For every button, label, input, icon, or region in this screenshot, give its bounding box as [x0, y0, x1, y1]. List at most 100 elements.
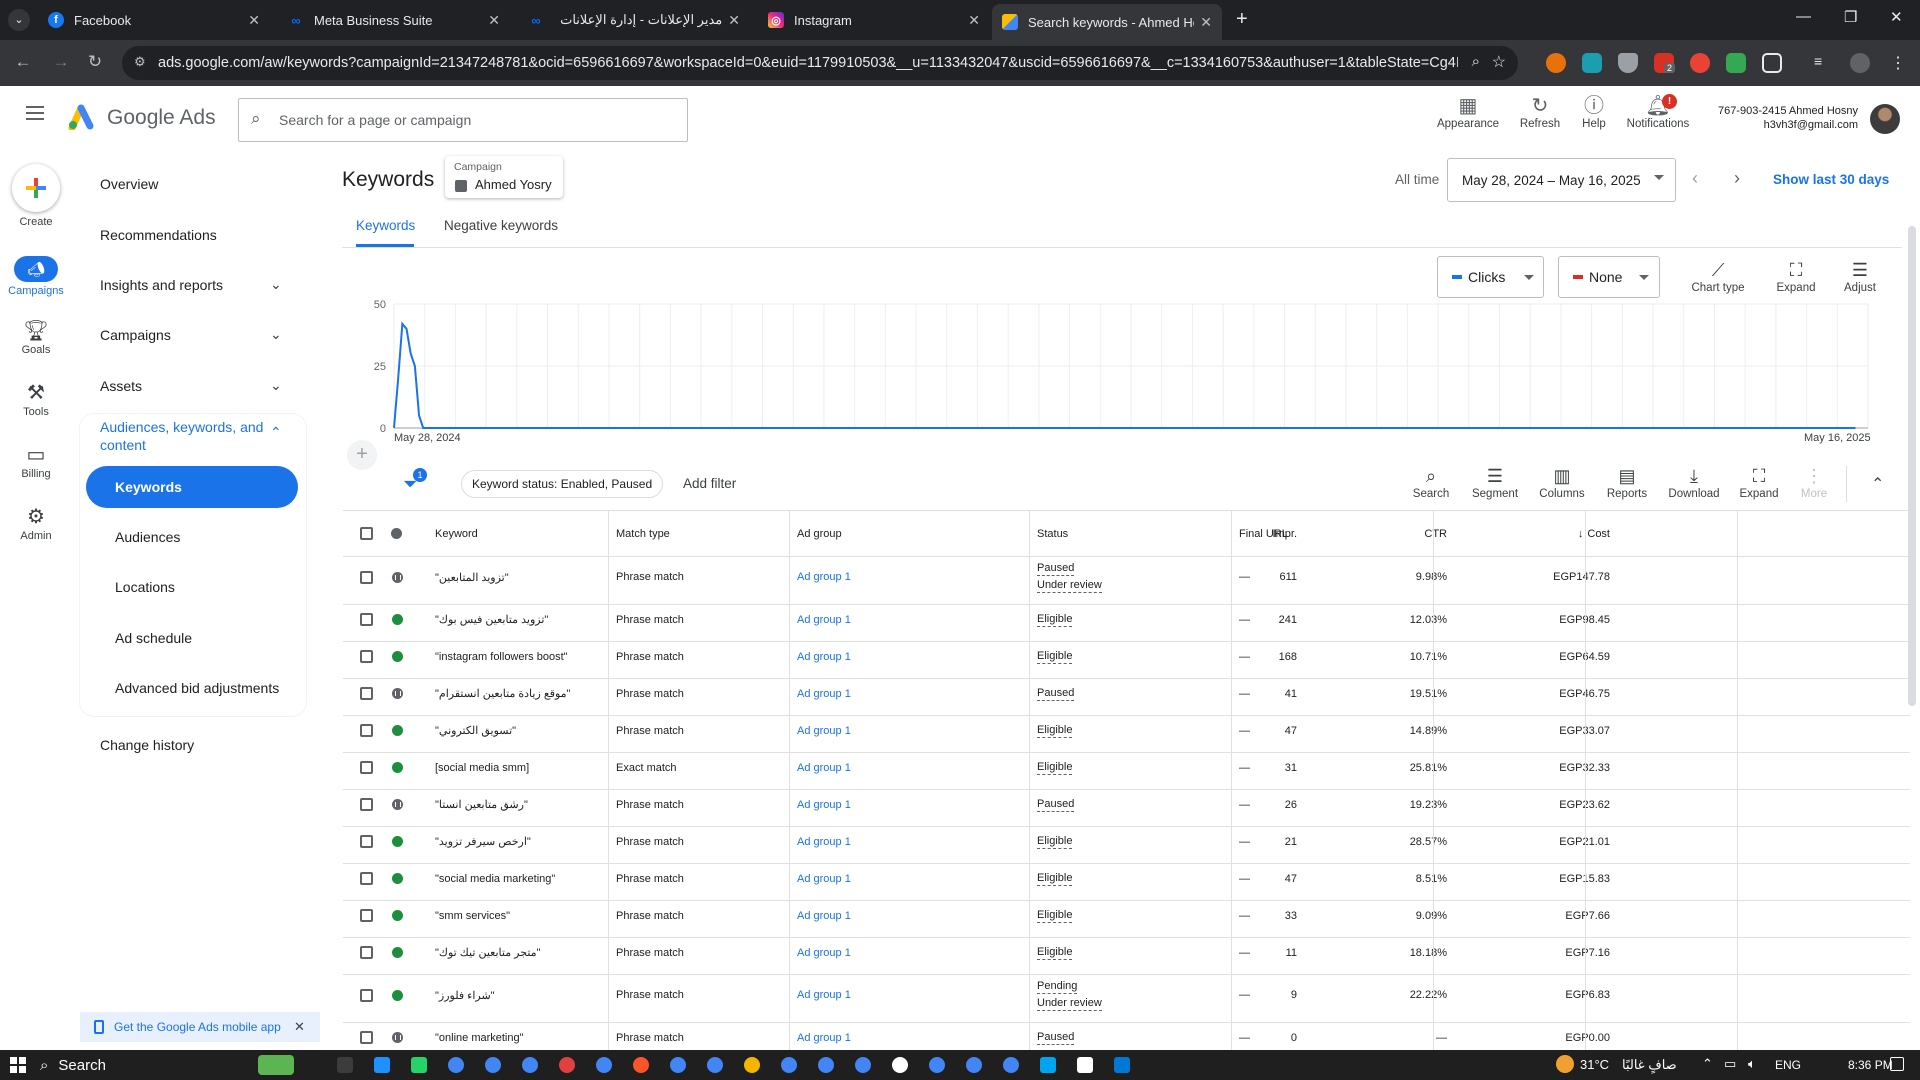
- enabled-status-icon[interactable]: [392, 836, 403, 847]
- status-text[interactable]: Paused: [1037, 686, 1075, 701]
- download-button[interactable]: ⤓ Download: [1664, 466, 1724, 500]
- taskbar-app-icon[interactable]: [448, 1057, 464, 1073]
- taskbar-app-icon[interactable]: [966, 1057, 982, 1073]
- taskbar-app-icon[interactable]: [707, 1057, 723, 1073]
- match-type[interactable]: Phrase match: [616, 557, 684, 597]
- close-icon[interactable]: ✕: [728, 12, 740, 29]
- chart-adjust-button[interactable]: ☰ Adjust: [1830, 260, 1890, 294]
- tab-list-button[interactable]: ⌄: [8, 9, 30, 31]
- match-type[interactable]: Phrase match: [616, 975, 684, 1015]
- header-ad-group[interactable]: Ad group: [797, 511, 842, 556]
- puzzle-icon[interactable]: [1762, 53, 1782, 73]
- close-icon[interactable]: ✕: [1200, 14, 1212, 31]
- show-last-30-days-link[interactable]: Show last 30 days: [1773, 172, 1889, 187]
- enabled-status-icon[interactable]: [392, 614, 403, 625]
- nav-insights[interactable]: Insights and reports: [100, 275, 223, 295]
- more-button[interactable]: ⋮ More: [1792, 466, 1836, 500]
- row-checkbox[interactable]: [360, 761, 373, 774]
- status-cell[interactable]: Eligible: [1037, 938, 1073, 967]
- browser-menu-icon[interactable]: ⋮: [1890, 53, 1910, 73]
- match-type[interactable]: Phrase match: [616, 716, 684, 745]
- status-cell[interactable]: Eligible: [1037, 753, 1073, 782]
- header-cost[interactable]: ↓ Cost: [1578, 511, 1610, 556]
- table-row[interactable]: "تزويد متابعين فيس بوك" Phrase match Ad gr…: [343, 604, 1910, 634]
- close-icon[interactable]: ✕: [968, 12, 980, 29]
- taskbar-app-icon[interactable]: [596, 1057, 612, 1073]
- ad-group-link[interactable]: Ad group 1: [797, 975, 851, 1015]
- row-checkbox[interactable]: [360, 613, 373, 626]
- row-checkbox[interactable]: [360, 1031, 373, 1044]
- page-scrollbar[interactable]: [1908, 226, 1916, 706]
- status-text[interactable]: Eligible: [1037, 649, 1073, 664]
- table-row[interactable]: "social media marketing" Phrase match Ad g…: [343, 863, 1910, 893]
- extension-icon[interactable]: [1546, 53, 1566, 73]
- language-indicator[interactable]: ENG: [1775, 1058, 1801, 1072]
- taskbar-search[interactable]: ⌕ Search: [40, 1053, 280, 1077]
- chevron-down-icon[interactable]: ⌄: [270, 377, 282, 394]
- close-icon[interactable]: ✕: [294, 1019, 305, 1035]
- row-checkbox[interactable]: [360, 988, 373, 1002]
- account-info[interactable]: 767-903-2415 Ahmed Hosny h3vh3f@gmail.co…: [1700, 104, 1858, 132]
- ad-group-link[interactable]: Ad group 1: [797, 938, 851, 967]
- profile-avatar[interactable]: [1850, 53, 1870, 73]
- address-bar[interactable]: ⚙ ads.google.com/aw/keywords?campaignId=…: [122, 46, 1518, 80]
- segment-button[interactable]: ☰ Segment: [1468, 466, 1522, 500]
- taskbar-app-icon[interactable]: [1040, 1057, 1056, 1073]
- keyword-text[interactable]: "متجر متابعين تيك توك": [435, 938, 605, 967]
- bookmark-star-icon[interactable]: ☆: [1492, 52, 1506, 72]
- chevron-down-icon[interactable]: ⌄: [270, 326, 282, 343]
- table-row[interactable]: [social media smm] Exact match Ad group 1 E…: [343, 752, 1910, 782]
- taskbar-app-icon[interactable]: [633, 1057, 649, 1073]
- site-info-icon[interactable]: ⚙: [134, 54, 146, 70]
- taskbar-app-icon[interactable]: [1114, 1057, 1130, 1073]
- campaign-selector[interactable]: Campaign Ahmed Yosry: [445, 156, 563, 198]
- taskbar-app-icon[interactable]: [522, 1057, 538, 1073]
- taskbar-app-icon[interactable]: [337, 1057, 353, 1073]
- enabled-status-icon[interactable]: [392, 910, 403, 921]
- back-icon[interactable]: ←: [12, 52, 34, 72]
- enabled-status-icon[interactable]: [392, 989, 403, 1001]
- ad-group-link[interactable]: Ad group 1: [797, 605, 851, 634]
- match-type[interactable]: Phrase match: [616, 790, 684, 819]
- browser-tab-active[interactable]: Search keywords - Ahmed Hosny ✕: [992, 4, 1222, 40]
- nav-recommendations[interactable]: Recommendations: [100, 225, 217, 245]
- taskbar-app-icon[interactable]: [1003, 1057, 1019, 1073]
- row-checkbox[interactable]: [360, 570, 373, 584]
- nav-assets[interactable]: Assets: [100, 376, 142, 396]
- status-text[interactable]: Pending: [1037, 979, 1078, 994]
- nav-locations[interactable]: Locations: [115, 579, 175, 595]
- nav-audiences[interactable]: Audiences: [115, 529, 180, 545]
- header-status[interactable]: Status: [1037, 511, 1068, 556]
- paused-status-icon[interactable]: [392, 1032, 403, 1043]
- ad-group-link[interactable]: Ad group 1: [797, 716, 851, 745]
- extension-icon[interactable]: [1726, 53, 1746, 73]
- keyword-text[interactable]: "instagram followers boost": [435, 642, 568, 671]
- collapse-chevron-icon[interactable]: ⌃: [1871, 474, 1884, 494]
- status-cell[interactable]: Eligible: [1037, 901, 1073, 930]
- keyword-text[interactable]: "online marketing": [435, 1023, 524, 1052]
- ad-group-link[interactable]: Ad group 1: [797, 790, 851, 819]
- keyword-text[interactable]: "شراء فلورز": [435, 975, 605, 1015]
- taskbar-app-icon[interactable]: [855, 1057, 871, 1073]
- table-row[interactable]: "ارخص سيرفر تزويد" Phrase match Ad group 1…: [343, 826, 1910, 856]
- table-row[interactable]: "online marketing" Phrase match Ad group 1…: [343, 1022, 1910, 1052]
- status-subtext[interactable]: Under review: [1037, 578, 1102, 593]
- status-text[interactable]: Eligible: [1037, 908, 1073, 923]
- keyword-text[interactable]: "ارخص سيرفر تزويد": [435, 827, 605, 856]
- status-cell[interactable]: Paused Under review: [1037, 557, 1102, 597]
- taskbar-app-icon[interactable]: [485, 1057, 501, 1073]
- browser-tab[interactable]: ∞ Meta Business Suite ✕: [278, 4, 510, 36]
- paused-status-icon[interactable]: [392, 571, 403, 583]
- ad-group-link[interactable]: Ad group 1: [797, 753, 851, 782]
- enabled-status-icon[interactable]: [392, 651, 403, 662]
- zoom-icon[interactable]: ⌕: [1472, 53, 1480, 70]
- taskbar-app-icon[interactable]: [559, 1057, 575, 1073]
- ad-group-link[interactable]: Ad group 1: [797, 642, 851, 671]
- ad-group-link[interactable]: Ad group 1: [797, 557, 851, 597]
- ad-group-link[interactable]: Ad group 1: [797, 679, 851, 708]
- network-icon[interactable]: ▭: [1724, 1056, 1736, 1072]
- match-type[interactable]: Phrase match: [616, 901, 684, 930]
- keyword-text[interactable]: "موقع زيادة متابعين انستقرام": [435, 679, 605, 708]
- match-type[interactable]: Phrase match: [616, 605, 684, 634]
- table-row[interactable]: "متجر متابعين تيك توك" Phrase match Ad gro…: [343, 937, 1910, 967]
